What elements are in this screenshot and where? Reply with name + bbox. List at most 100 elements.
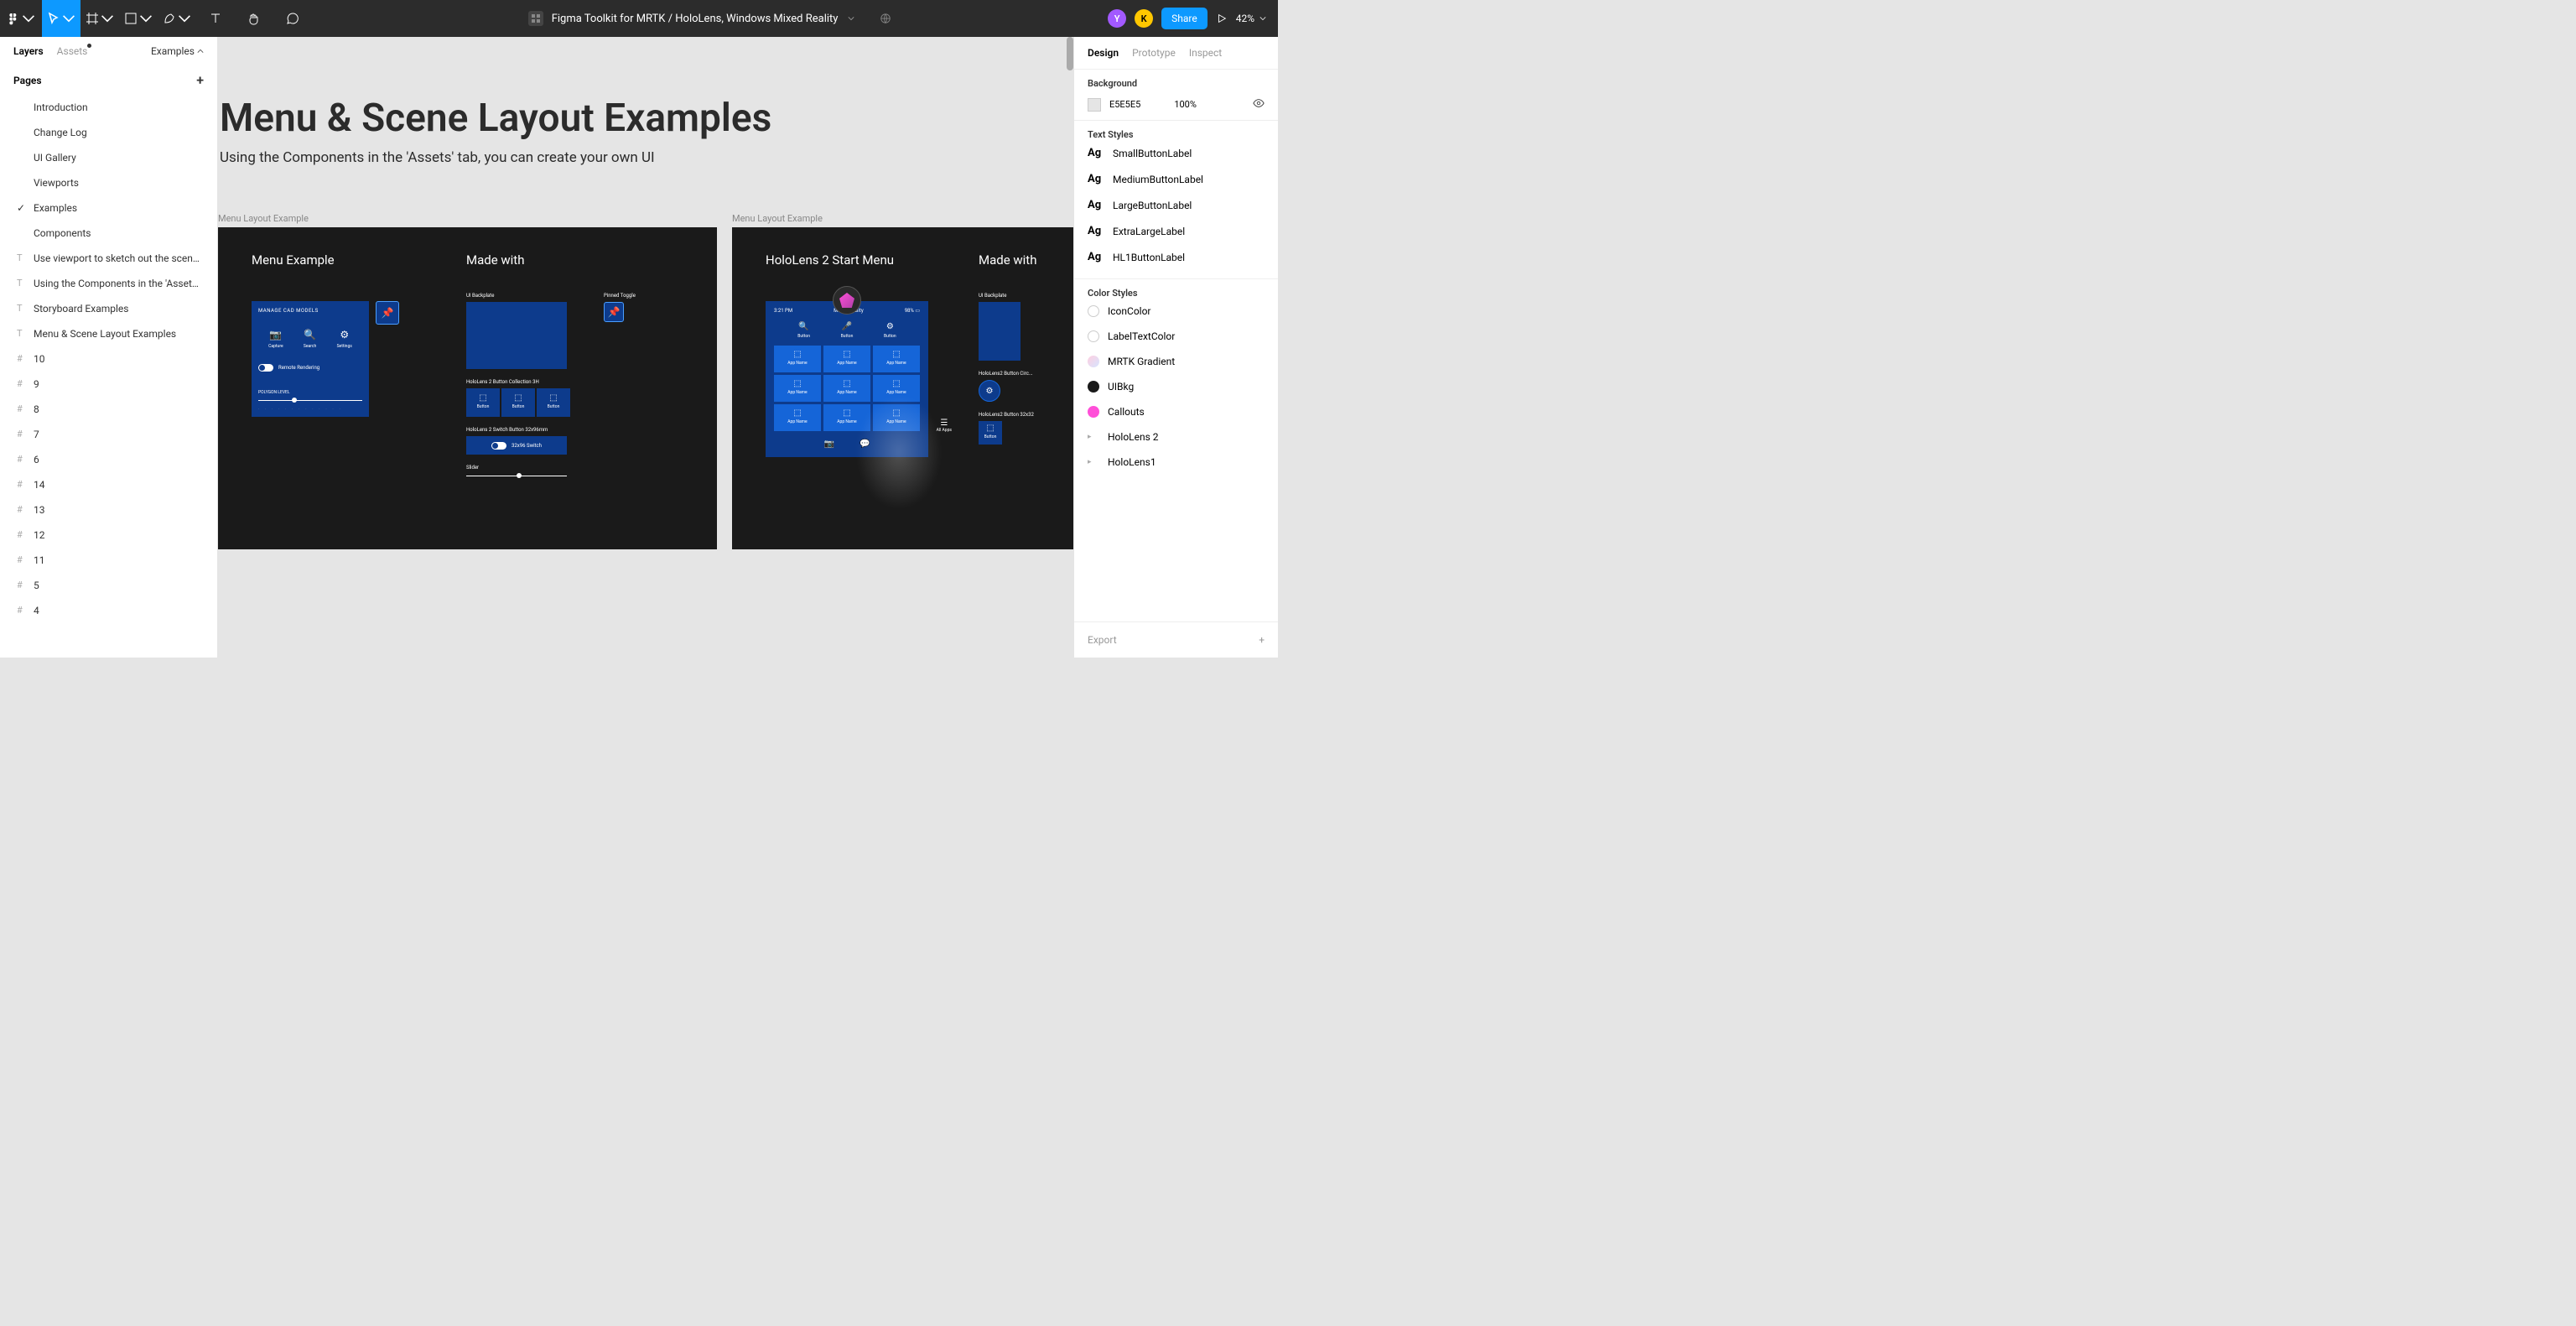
tab-inspect[interactable]: Inspect <box>1189 47 1222 59</box>
settings-button: ⚙Settings <box>337 329 352 349</box>
text-style-item[interactable]: AgMediumButtonLabel <box>1088 166 1265 192</box>
made-with-title: Made with <box>979 252 1036 268</box>
page-title[interactable]: Menu & Scene Layout Examples <box>220 96 1073 141</box>
add-page-button[interactable]: + <box>196 72 204 88</box>
topbar: Figma Toolkit for MRTK / HoloLens, Windo… <box>0 0 1278 37</box>
hand-visualization <box>849 385 949 519</box>
color-group-item[interactable]: ▸HoloLens 2 <box>1088 424 1265 450</box>
layer-item[interactable]: #6 <box>0 447 217 472</box>
page-item[interactable]: Viewports <box>0 170 217 195</box>
page-dropdown[interactable]: Examples <box>151 45 204 57</box>
layers-list: TUse viewport to sketch out the scene l.… <box>0 246 217 623</box>
layer-item[interactable]: #8 <box>0 397 217 422</box>
layer-item[interactable]: TMenu & Scene Layout Examples <box>0 321 217 346</box>
layer-item[interactable]: TUse viewport to sketch out the scene l.… <box>0 246 217 271</box>
layer-item[interactable]: TUsing the Components in the 'Assets' t.… <box>0 271 217 296</box>
cube-icon: ⬚ <box>873 350 920 359</box>
hand-tool-button[interactable] <box>235 0 273 37</box>
tab-design[interactable]: Design <box>1088 47 1119 59</box>
app-tile: ⬚App Name <box>774 375 821 402</box>
page-item[interactable]: Introduction <box>0 95 217 120</box>
text-style-item[interactable]: AgHL1ButtonLabel <box>1088 244 1265 270</box>
comment-tool-button[interactable] <box>273 0 312 37</box>
tab-layers[interactable]: Layers <box>13 45 44 57</box>
frame-layer-icon: # <box>17 605 23 616</box>
doc-title[interactable]: Figma Toolkit for MRTK / HoloLens, Windo… <box>552 13 839 25</box>
avatar-user-2[interactable]: K <box>1135 9 1153 28</box>
bg-hex-value[interactable]: E5E5E5 <box>1109 99 1140 110</box>
text-styles-title: Text Styles <box>1088 129 1265 140</box>
frame-tool-button[interactable] <box>80 0 119 37</box>
color-style-item[interactable]: MRTK Gradient <box>1088 349 1265 374</box>
background-title: Background <box>1088 78 1265 89</box>
color-group-item[interactable]: ▸HoloLens1 <box>1088 450 1265 475</box>
ag-icon: Ag <box>1088 225 1104 237</box>
globe-icon[interactable] <box>880 13 891 24</box>
ui-backplate <box>466 302 567 369</box>
color-style-item[interactable]: Callouts <box>1088 399 1265 424</box>
page-item[interactable]: Examples <box>0 195 217 221</box>
layer-item[interactable]: #7 <box>0 422 217 447</box>
tab-assets[interactable]: Assets <box>57 45 88 57</box>
chevron-down-icon[interactable] <box>848 15 854 22</box>
color-swatch <box>1088 381 1099 393</box>
frame-label[interactable]: Menu Layout Example <box>732 213 1073 224</box>
frame-menu-layout-2[interactable]: HoloLens 2 Start Menu 3:21 PM Mixed Real… <box>732 227 1073 549</box>
text-tool-button[interactable] <box>196 0 235 37</box>
layer-item[interactable]: #11 <box>0 548 217 573</box>
text-layer-icon: T <box>17 328 23 339</box>
page-subtitle[interactable]: Using the Components in the 'Assets' tab… <box>220 149 1073 166</box>
layer-item[interactable]: #13 <box>0 497 217 523</box>
cube-icon: ⬚ <box>823 350 870 359</box>
tab-prototype[interactable]: Prototype <box>1132 47 1176 59</box>
app-tile: ⬚App Name <box>774 404 821 431</box>
text-style-item[interactable]: AgSmallButtonLabel <box>1088 140 1265 166</box>
color-swatch <box>1088 356 1099 367</box>
page-item[interactable]: Change Log <box>0 120 217 145</box>
layer-item[interactable]: #12 <box>0 523 217 548</box>
page-item[interactable]: Components <box>0 221 217 246</box>
pen-tool-button[interactable] <box>158 0 196 37</box>
canvas[interactable]: Menu & Scene Layout Examples Using the C… <box>218 37 1073 658</box>
layer-item[interactable]: #5 <box>0 573 217 598</box>
button-tile: ⬚Button <box>466 388 500 417</box>
export-section[interactable]: Export + <box>1074 621 1278 658</box>
present-icon[interactable] <box>1216 13 1228 24</box>
chevron-down-icon <box>178 12 191 25</box>
ag-icon: Ag <box>1088 173 1104 185</box>
add-export-button[interactable]: + <box>1259 634 1265 646</box>
shape-tool-button[interactable] <box>119 0 158 37</box>
frame-menu-layout-1[interactable]: Menu Example MANAGE CAD MODELS 📷Capture … <box>218 227 717 549</box>
layer-item[interactable]: #14 <box>0 472 217 497</box>
layer-item[interactable]: #10 <box>0 346 217 372</box>
color-styles-title: Color Styles <box>1088 288 1265 299</box>
bg-opacity[interactable]: 100% <box>1174 99 1197 110</box>
figma-menu-button[interactable] <box>0 0 42 37</box>
visibility-toggle[interactable] <box>1253 97 1265 112</box>
color-style-item[interactable]: LabelTextColor <box>1088 324 1265 349</box>
page-item[interactable]: UI Gallery <box>0 145 217 170</box>
left-panel: Layers Assets Examples Pages + Introduct… <box>0 37 218 658</box>
color-style-item[interactable]: IconColor <box>1088 299 1265 324</box>
pages-list: Introduction Change Log UI Gallery Viewp… <box>0 95 217 246</box>
text-style-item[interactable]: AgExtraLargeLabel <box>1088 218 1265 244</box>
layer-item[interactable]: TStoryboard Examples <box>0 296 217 321</box>
camera-icon: 📷 <box>268 329 283 341</box>
layer-item[interactable]: #9 <box>0 372 217 397</box>
color-style-item[interactable]: UIBkg <box>1088 374 1265 399</box>
pages-title: Pages <box>13 75 42 86</box>
share-button[interactable]: Share <box>1161 8 1208 29</box>
example-title: Menu Example <box>252 252 399 268</box>
frame-label[interactable]: Menu Layout Example <box>218 213 717 224</box>
zoom-level[interactable]: 42% <box>1236 13 1266 24</box>
bg-color-chip[interactable] <box>1088 98 1101 112</box>
right-panel: Design Prototype Inspect Background E5E5… <box>1073 37 1278 658</box>
toggle-switch <box>258 364 273 372</box>
text-style-item[interactable]: AgLargeButtonLabel <box>1088 192 1265 218</box>
move-tool-button[interactable] <box>42 0 80 37</box>
avatar-user-1[interactable]: Y <box>1108 9 1126 28</box>
app-tile: ⬚App Name <box>774 346 821 372</box>
layer-item[interactable]: #4 <box>0 598 217 623</box>
cube-icon: ⬚ <box>537 393 570 403</box>
gear-icon: ⚙ <box>337 329 352 341</box>
